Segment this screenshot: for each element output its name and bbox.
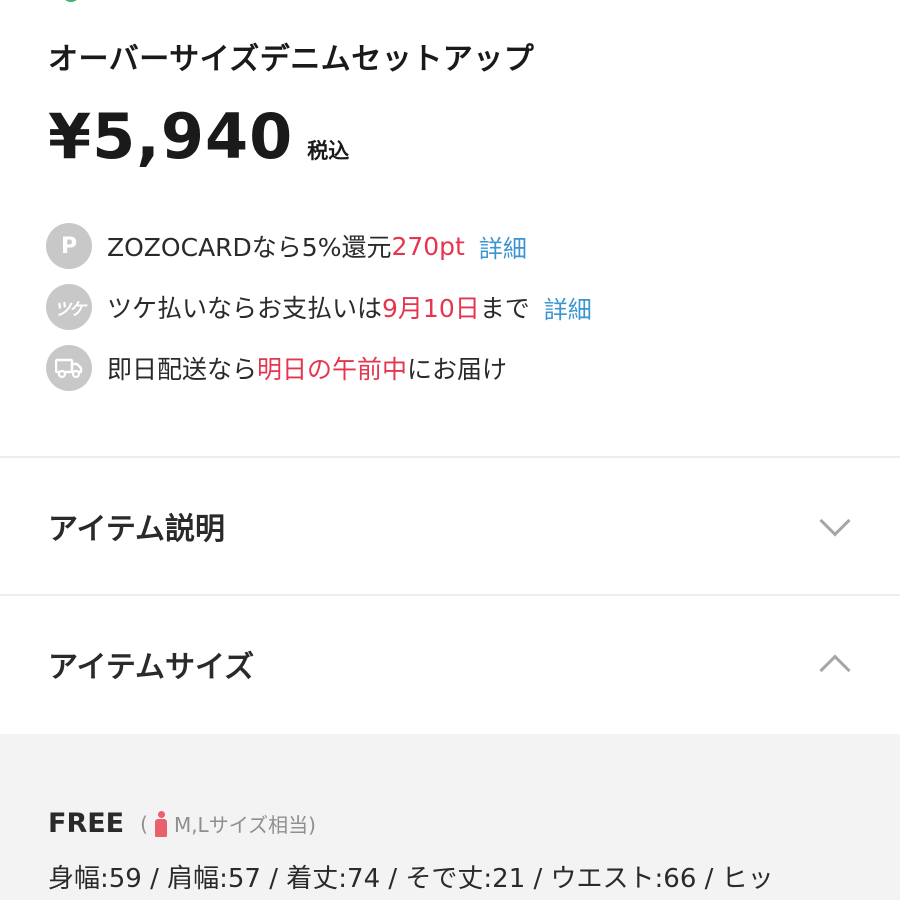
benefit-text: 即日配送なら	[107, 355, 258, 384]
truck-icon	[46, 345, 92, 391]
benefit-highlight: 270pt	[391, 231, 465, 261]
woman-icon	[154, 810, 168, 837]
item-size-accordion[interactable]: アイテムサイズ	[0, 596, 900, 732]
benefit-tsuke-pay: ツケ ツケ払いならお支払いは 9月10日 まで 詳細	[46, 284, 592, 330]
size-note-paren: (	[140, 811, 148, 836]
top-indicator	[62, 0, 80, 2]
size-panel: FREE ( M,Lサイズ相当) 身幅:59 / 肩幅:57 / 着丈:74 /…	[0, 734, 900, 900]
benefit-text: ツケ払いならお支払いは	[107, 294, 383, 323]
benefit-detail-link[interactable]: 詳細	[479, 229, 527, 264]
benefit-detail-link[interactable]: 詳細	[544, 290, 592, 325]
size-equivalent-note: ( M,Lサイズ相当)	[140, 809, 316, 838]
tax-label: 税込	[307, 139, 350, 163]
chevron-up-icon	[819, 654, 851, 686]
size-header: FREE ( M,Lサイズ相当)	[48, 808, 316, 839]
benefit-zozocard: P ZOZOCARDなら5%還元 270pt 詳細	[46, 223, 527, 269]
benefit-text-after: まで	[479, 294, 530, 323]
item-size-label: アイテムサイズ	[48, 650, 255, 685]
tsuke-pay-icon: ツケ	[46, 284, 92, 330]
size-note-text: M,Lサイズ相当)	[173, 813, 316, 837]
item-description-label: アイテム説明	[48, 512, 225, 547]
benefit-same-day-delivery: 即日配送なら 明日の午前中 にお届け	[46, 345, 507, 391]
chevron-down-icon	[819, 505, 851, 537]
size-name: FREE	[48, 808, 125, 839]
benefit-highlight: 明日の午前中	[257, 355, 408, 384]
product-title: オーバーサイズデニムセットアップ	[48, 42, 535, 77]
benefit-highlight: 9月10日	[382, 294, 480, 323]
benefit-text-after: にお届け	[407, 355, 508, 384]
price-row: ¥5,940 税込	[48, 100, 349, 173]
size-measurements: 身幅:59 / 肩幅:57 / 着丈:74 / そで丈:21 / ウエスト:66…	[48, 864, 774, 894]
product-price: ¥5,940	[48, 100, 294, 173]
points-icon: P	[46, 223, 92, 269]
item-description-accordion[interactable]: アイテム説明	[0, 458, 900, 594]
benefit-text: ZOZOCARDなら5%還元	[107, 233, 392, 262]
